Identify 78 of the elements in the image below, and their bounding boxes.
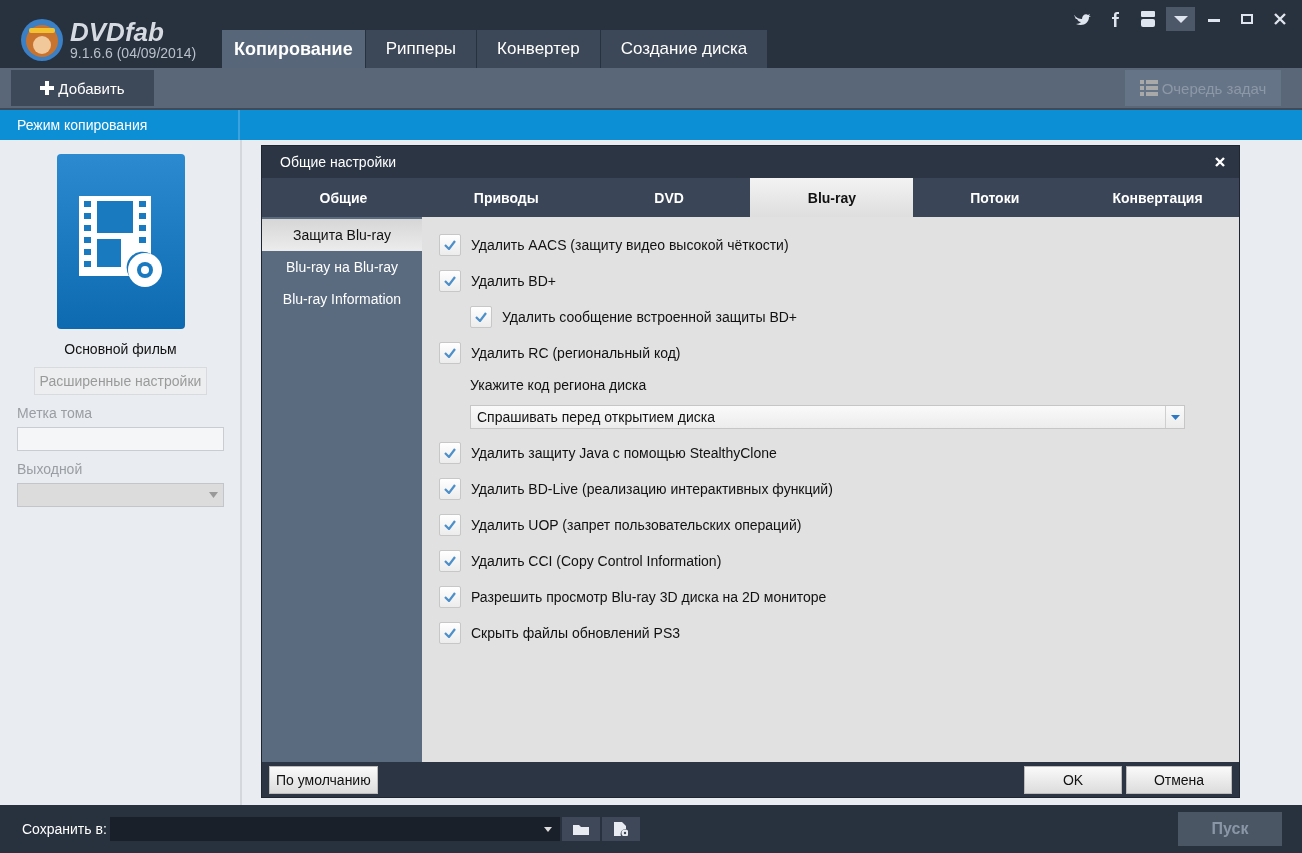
checkbox[interactable]	[439, 342, 461, 364]
option-label: Удалить RC (региональный код)	[471, 345, 681, 361]
sidebar-item[interactable]: Blu-ray на Blu-ray	[262, 251, 422, 283]
settings-tab[interactable]: Конвертация	[1076, 178, 1239, 217]
settings-tab[interactable]: Потоки	[913, 178, 1077, 217]
volume-label-field[interactable]	[17, 427, 224, 451]
checkbox[interactable]	[439, 586, 461, 608]
checkbox[interactable]	[439, 270, 461, 292]
option-label: Скрыть файлы обновлений PS3	[471, 625, 681, 641]
option-label: Удалить сообщение встроенной защиты BD+	[502, 309, 797, 325]
main-tab[interactable]: Конвертер	[477, 30, 600, 68]
add-button[interactable]: Добавить	[11, 70, 154, 106]
checkmark-icon	[444, 348, 456, 358]
checkmark-icon	[444, 628, 456, 638]
close-button[interactable]	[1213, 155, 1227, 169]
browse-folder-button[interactable]	[561, 817, 600, 841]
main-tab[interactable]: Рипперы	[365, 30, 477, 68]
caret-icon	[209, 492, 218, 498]
facebook-icon	[1109, 11, 1120, 27]
region-code-dropdown[interactable]: Спрашивать перед открытием диска	[470, 405, 1185, 429]
option-label: Удалить AACS (защиту видео высокой чёткости)	[471, 237, 789, 253]
checkbox[interactable]	[470, 306, 492, 328]
option-label: Удалить CCI (Copy Control Information)	[471, 553, 722, 569]
checkbox[interactable]	[439, 234, 461, 256]
app-logo-text: DVDfab	[70, 19, 165, 45]
option-label: Удалить BD+	[471, 273, 556, 289]
sidebar-item[interactable]: Защита Blu-ray	[262, 219, 422, 251]
settings-tab[interactable]: DVD	[587, 178, 751, 217]
list-icon	[1139, 80, 1158, 96]
caret-icon	[1170, 414, 1180, 420]
save-path-field[interactable]	[109, 817, 560, 841]
checkmark-icon	[444, 240, 456, 250]
dropdown-arrow-button[interactable]	[1166, 7, 1195, 31]
settings-tab[interactable]: Приводы	[424, 178, 588, 217]
checkmark-icon	[475, 312, 487, 322]
option-label: Удалить UOP (запрет пользовательских операций)	[471, 517, 802, 533]
dialog-title: Общие настройки	[280, 154, 397, 170]
version-text: 9.1.6.6 (04/09/2014)	[70, 45, 197, 61]
caret-icon	[543, 826, 552, 832]
region-code-label: Укажите код региона диска	[470, 377, 647, 393]
option-label: Удалить BD-Live (реализацию интерактивных функций)	[471, 481, 833, 497]
disc-folder-button[interactable]	[601, 817, 640, 841]
default-button[interactable]: По умолчанию	[269, 765, 378, 794]
plus-icon	[40, 81, 55, 95]
ok-button[interactable]: OK	[1024, 765, 1122, 794]
option-label: Разрешить просмотр Blu-ray 3D диска на 2D мониторе	[471, 589, 827, 605]
twitter-icon	[1072, 12, 1091, 26]
checkbox[interactable]	[439, 442, 461, 464]
maximize-icon	[1240, 14, 1253, 24]
option-label: Удалить защиту Java с помощью StealthyClone	[471, 445, 777, 461]
film-disc-icon	[78, 195, 163, 288]
checkbox[interactable]	[439, 550, 461, 572]
dropdown-value: Спрашивать перед открытием диска	[476, 409, 715, 425]
save-to-label: Сохранить в:	[22, 821, 107, 837]
checkmark-icon	[444, 448, 456, 458]
settings-tab[interactable]: Общие	[262, 178, 425, 217]
checkbox[interactable]	[439, 622, 461, 644]
sidebar-item[interactable]: Blu-ray Information	[262, 283, 422, 315]
checkbox[interactable]	[439, 514, 461, 536]
close-icon	[1273, 13, 1286, 25]
dropdown-arrow-icon	[1172, 14, 1189, 24]
monkey-logo-icon	[20, 18, 64, 62]
cancel-button[interactable]: Отмена	[1126, 765, 1232, 794]
mode-tile[interactable]	[56, 154, 185, 329]
mode-label: Основной фильм	[64, 341, 177, 357]
volume-label: Метка тома	[17, 404, 94, 423]
output-label: Выходной	[17, 460, 84, 479]
checkmark-icon	[444, 556, 456, 566]
checkbox[interactable]	[439, 478, 461, 500]
checkmark-icon	[444, 592, 456, 602]
close-icon	[1215, 157, 1225, 167]
main-tab[interactable]: Копирование	[222, 30, 365, 68]
checkmark-icon	[444, 276, 456, 286]
settings-tab[interactable]: Blu-ray	[750, 178, 914, 217]
main-tab[interactable]: Создание диска	[600, 30, 768, 68]
folder-icon	[572, 823, 589, 835]
checkmark-icon	[444, 484, 456, 494]
checkmark-icon	[444, 520, 456, 530]
